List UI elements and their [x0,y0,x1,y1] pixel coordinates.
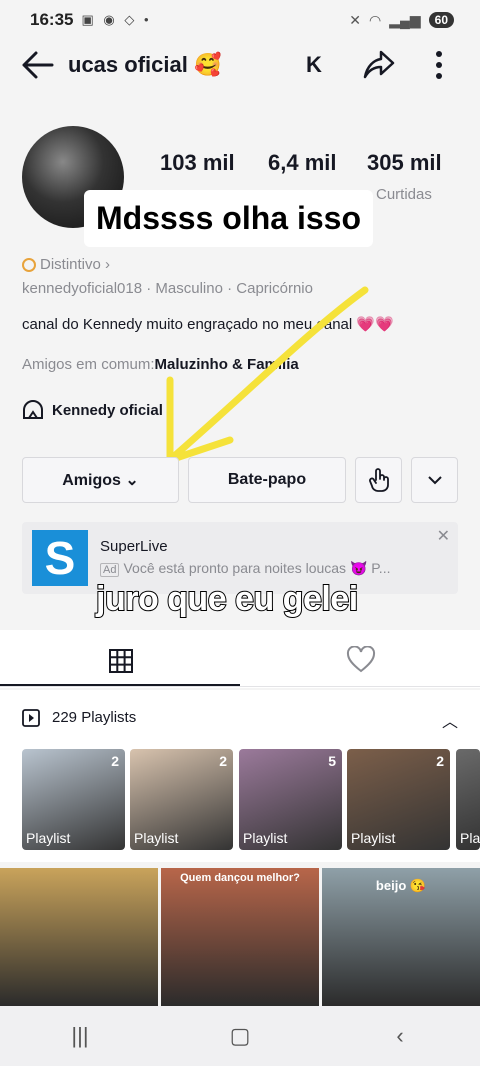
profile-title: ucas oficial 🥰 [68,52,222,77]
playlist-count: 2 [219,753,227,769]
expand-suggestions-button[interactable] [411,457,458,503]
video-caption: Quem dançou melhor? [180,872,300,884]
wifi-icon: ◠ [368,11,382,28]
likes-label: Curtidas [376,186,432,203]
system-nav-bar: ||| ▢ ‹ [0,1006,480,1066]
video-caption: beijo 😘 [375,878,427,893]
back-button[interactable]: ‹ [380,1023,420,1049]
ad-logo: S [32,530,88,586]
notification-icons: ▣ ◉ ◇ • [81,12,152,27]
friends-button[interactable]: Amigos ⌄ [22,457,179,503]
playlist-label: Playlist [26,830,71,846]
playlists-row: 2 Playlist 2 Playlist 5 Playlist 2 Playl… [0,744,480,862]
share-icon[interactable] [360,48,396,82]
ad-description: Ad Você está pronto para noites loucas 😈 … [100,560,390,577]
playlists-title: 229 Playlists [52,709,137,726]
home-button[interactable]: ▢ [220,1023,260,1049]
playlist-label: Playlist [134,830,179,846]
video-caption-top: Mdssss olha isso [84,190,373,247]
hand-tap-icon [368,468,389,492]
playlist-count: 2 [111,753,119,769]
following-count[interactable]: 103 mil [160,150,235,176]
playlist-card[interactable]: Pla [456,749,480,850]
video-caption-bottom: juro que eu gelei [95,579,359,619]
battery-indicator: 60 [428,12,454,28]
ad-name: SuperLive [100,538,168,555]
profile-title-fragment: K [306,52,322,77]
chat-button[interactable]: Bate-papo [188,457,346,503]
poke-button[interactable] [355,457,402,503]
playlists-header[interactable]: 229 Playlists ︿ [0,690,480,744]
playlist-label: Playlist [351,830,396,846]
video-thumbnail[interactable]: beijo 😘 [322,868,480,1006]
playlist-icon [22,709,40,727]
video-thumbnail[interactable]: Quem dançou melhor? [161,868,319,1006]
drawn-arrow-annotation [166,286,369,464]
profile-tabs [0,630,480,688]
ad-description-text: Você está pronto para noites loucas 😈 P.… [123,560,391,576]
playlist-label: Playlist [243,830,288,846]
linked-account-icon [23,400,43,419]
back-arrow-icon[interactable] [20,48,56,82]
profile-header: ucas oficial 🥰 K [0,40,480,90]
chevron-down-icon [427,476,442,485]
tab-divider [0,686,480,687]
grid-icon[interactable] [108,648,134,674]
playlist-label: Pla [460,830,480,846]
badge[interactable]: Distintivo › [22,256,110,273]
video-thumbnail[interactable] [0,868,158,1006]
liked-heart-icon[interactable] [346,646,376,674]
playlist-count: 5 [328,753,336,769]
ad-tag: Ad [100,563,120,577]
playlist-count: 2 [436,753,444,769]
linked-account-label: Kennedy oficial [52,401,163,419]
mute-icon: ✕ [349,11,361,28]
likes-count[interactable]: 305 mil [367,150,442,176]
badge-label: Distintivo › [40,256,111,273]
video-grid: Quem dançou melhor? beijo 😘 [0,868,480,1006]
status-time: 16:35 [30,10,74,29]
badge-icon [22,257,36,272]
signal-icon: ▂▄▆ [389,11,421,28]
playlist-card[interactable]: 2 Playlist [347,749,450,850]
playlist-card[interactable]: 5 Playlist [239,749,342,850]
mutual-friends-prefix: Amigos em comum: [22,356,155,373]
recent-apps-button[interactable]: ||| [60,1023,100,1049]
playlist-card[interactable]: 2 Playlist [130,749,233,850]
collapse-chevron-icon[interactable]: ︿ [442,708,458,732]
followers-count[interactable]: 6,4 mil [268,150,336,176]
status-bar: 16:35 ▣ ◉ ◇ • ✕ ◠ ▂▄▆ 60 [0,0,480,40]
more-options-icon[interactable] [424,48,454,82]
status-right: ✕ ◠ ▂▄▆ 60 [349,12,454,29]
close-icon[interactable]: ✕ [437,526,450,546]
linked-account[interactable]: Kennedy oficial [22,400,163,420]
playlist-card[interactable]: 2 Playlist [22,749,125,850]
